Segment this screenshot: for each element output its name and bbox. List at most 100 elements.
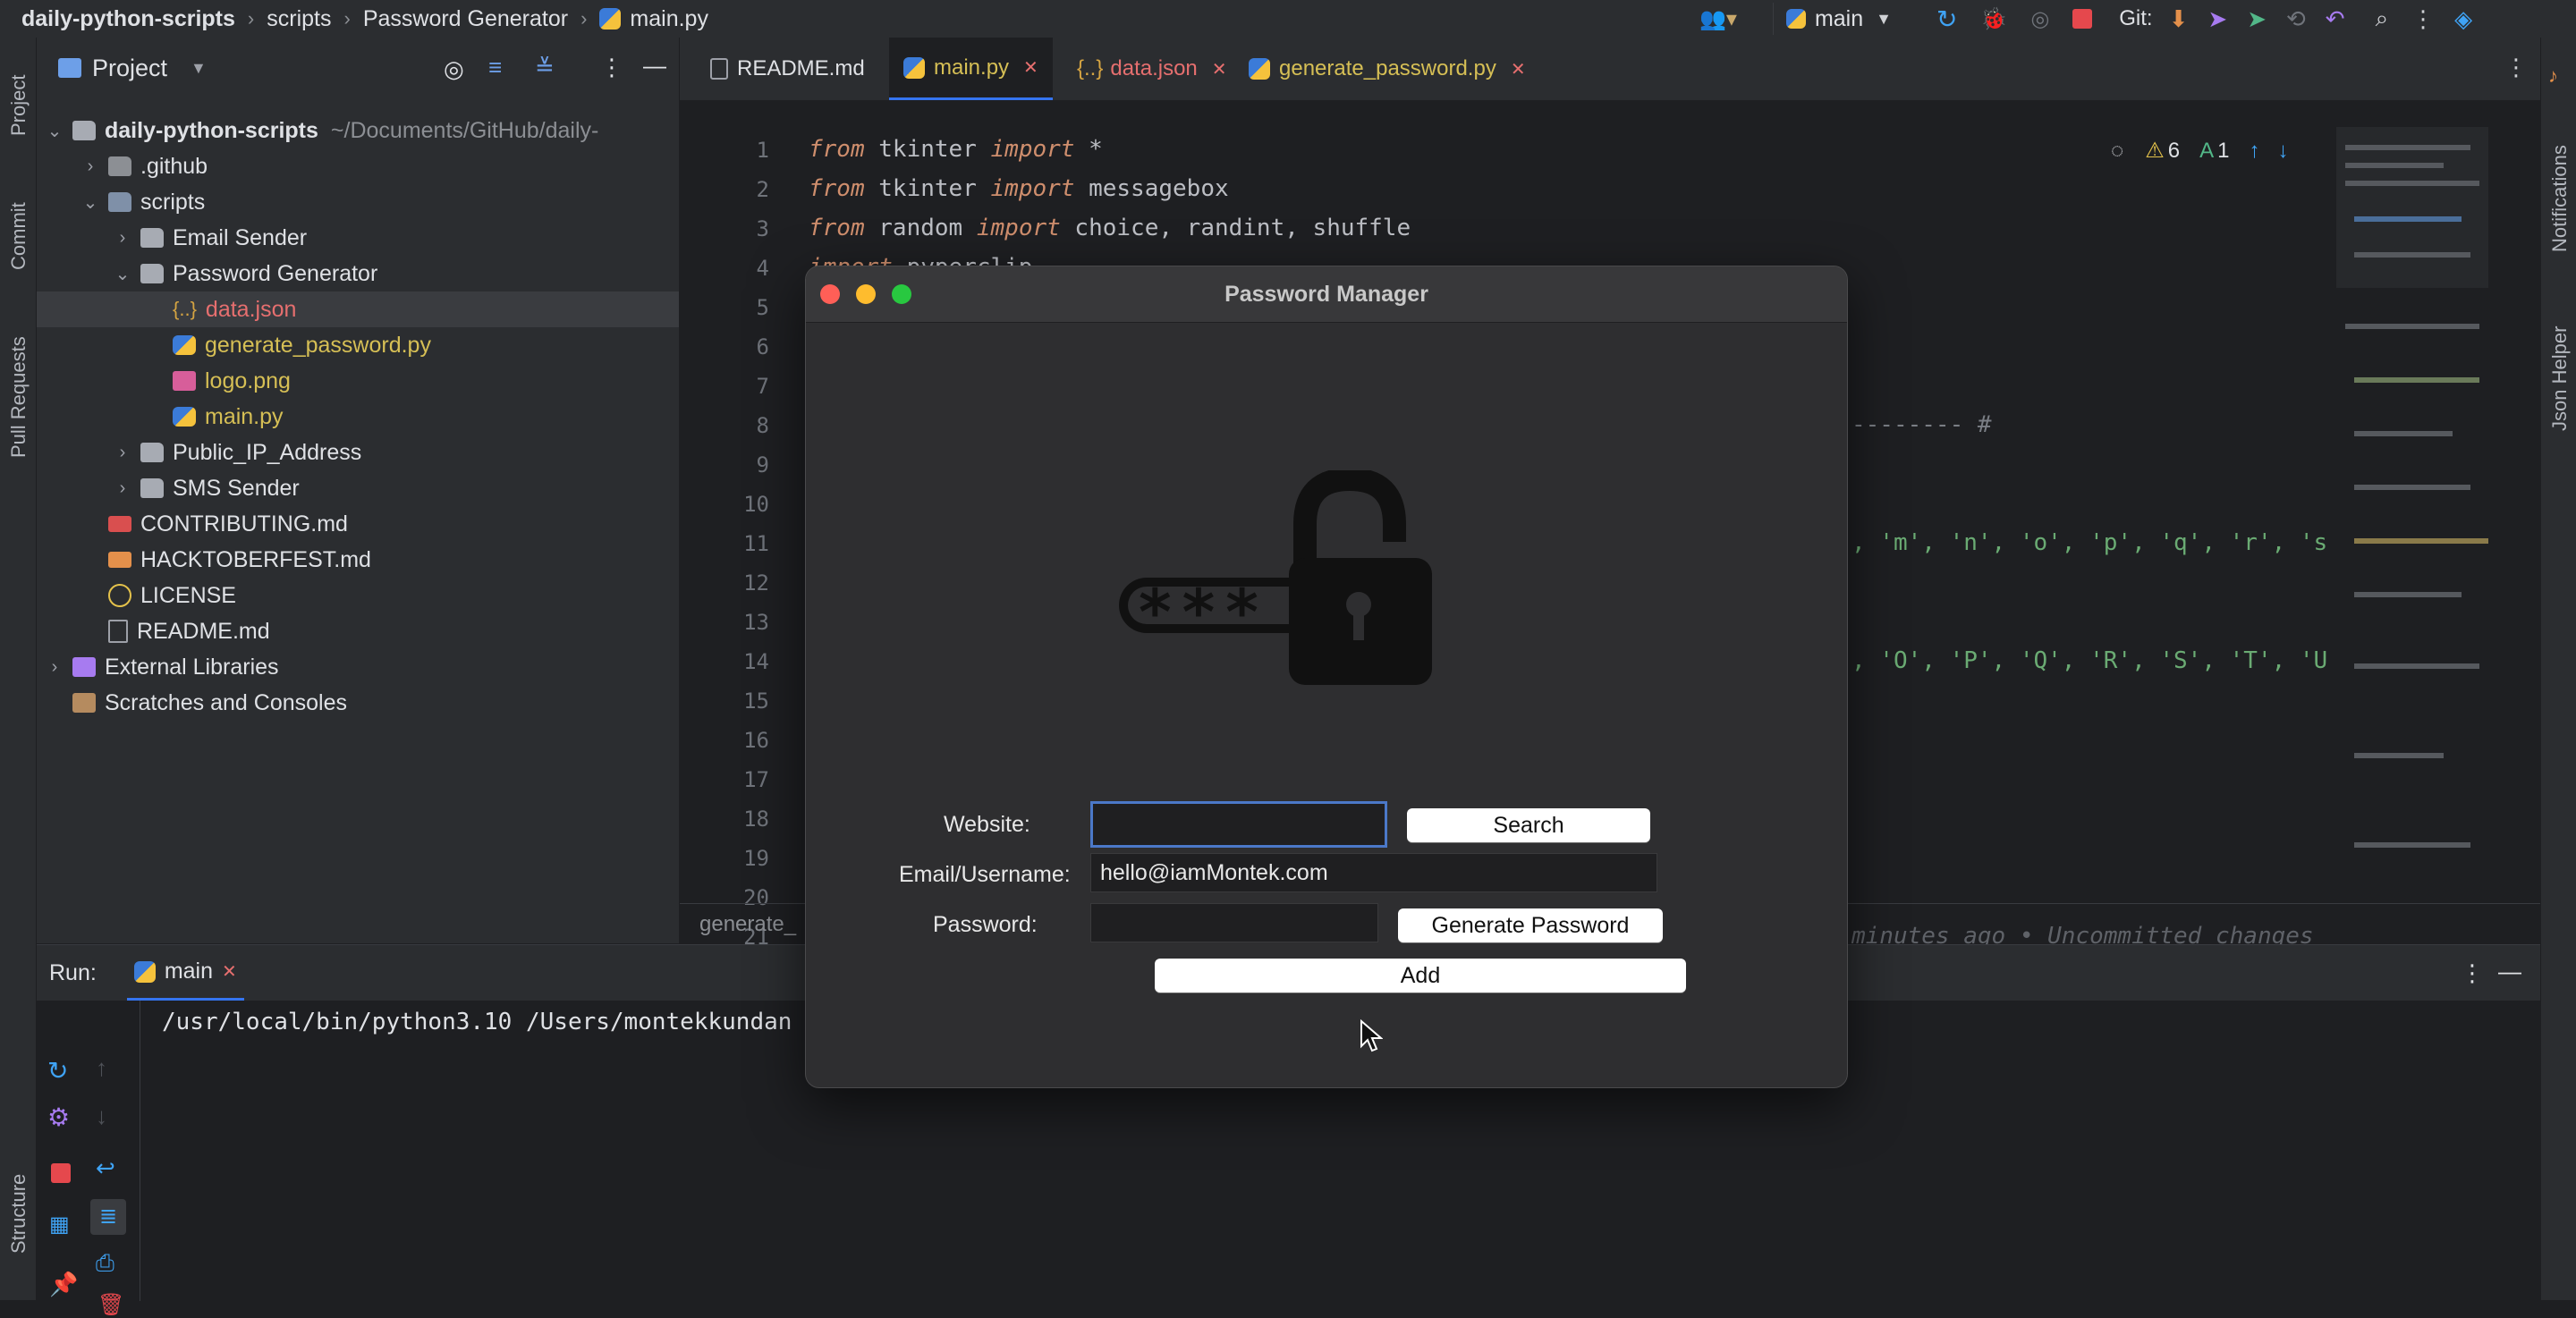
code-line-3[interactable]: from random import choice, randint, shuf… (809, 215, 1411, 241)
search-button[interactable]: Search (1407, 808, 1650, 842)
minimap-line (2354, 663, 2479, 669)
stop-icon[interactable] (51, 1163, 71, 1183)
minimap-viewport[interactable] (2336, 127, 2488, 288)
structure-tool-label[interactable]: Structure (7, 1174, 30, 1254)
breadcrumb-status-file[interactable]: generate_ (699, 912, 796, 937)
expand-all-icon[interactable]: ≡ (488, 54, 502, 81)
run-tab-main[interactable]: main ✕ (126, 945, 244, 1001)
debug-icon[interactable]: 🐞 (1980, 6, 2007, 32)
password-input[interactable] (1090, 903, 1378, 942)
pin-icon[interactable]: 📌 (49, 1271, 78, 1298)
tree-item-scratches[interactable]: Scratches and Consoles (72, 685, 347, 721)
options-icon[interactable]: ⋮ (600, 54, 623, 81)
tree-item-sms-sender[interactable]: › SMS Sender (114, 470, 300, 506)
breadcrumb-folder[interactable]: scripts (267, 6, 331, 32)
code-with-me-icon[interactable]: 👥▾ (1699, 6, 1737, 32)
code-line-1[interactable]: from tkinter import * (809, 136, 1103, 163)
chevron-down-icon[interactable]: ▼ (191, 59, 207, 78)
code-line-8-partial[interactable]: -------- # (1852, 411, 1992, 438)
window-title-bar[interactable]: Password Manager (806, 266, 1847, 323)
reader-mode-icon[interactable]: ◌ (2111, 139, 2123, 164)
generate-password-button[interactable]: Generate Password (1398, 908, 1663, 942)
code-line-11-partial[interactable]: , 'm', 'n', 'o', 'p', 'q', 'r', 's (1852, 529, 2327, 556)
minimize-window-button[interactable] (856, 284, 876, 304)
project-panel-title[interactable]: Project (92, 55, 167, 82)
close-tab-icon[interactable]: ✕ (1511, 58, 1526, 80)
close-window-button[interactable] (820, 284, 840, 304)
code-minimap[interactable] (2336, 127, 2497, 896)
tree-item-github[interactable]: › .github (81, 148, 208, 184)
tab-generate-password[interactable]: generate_password.py ✕ (1234, 38, 1540, 100)
next-highlight-icon[interactable]: ↓ (2278, 139, 2289, 164)
git-update-icon[interactable]: ⬇ (2169, 5, 2189, 33)
close-tab-icon[interactable]: ✕ (1212, 58, 1227, 80)
tab-options-icon[interactable]: ⋮ (2504, 54, 2528, 81)
close-tab-icon[interactable]: ✕ (222, 960, 237, 983)
git-commit-icon[interactable]: ➤ (2207, 5, 2227, 33)
tree-item-readme[interactable]: README.md (108, 613, 270, 649)
inspection-widget[interactable]: ◌ ⚠ 6 A 1 ↑ ↓ (2111, 138, 2289, 164)
up-arrow-icon[interactable]: ↑ (96, 1054, 107, 1082)
collapse-all-icon[interactable]: ≚ (535, 54, 555, 81)
code-line-2[interactable]: from tkinter import messagebox (809, 175, 1229, 202)
run-config-selector[interactable]: main ▼ (1772, 3, 1904, 35)
tree-item-hacktoberfest[interactable]: HACKTOBERFEST.md (108, 542, 371, 578)
json-helper-tool-label[interactable]: Json Helper (2548, 326, 2572, 431)
profile-icon[interactable]: ◎ (2030, 6, 2049, 32)
ide-logo-icon[interactable]: ◈ (2454, 5, 2472, 33)
zoom-window-button[interactable] (892, 284, 911, 304)
code-line-14-partial[interactable]: , 'O', 'P', 'Q', 'R', 'S', 'T', 'U (1852, 647, 2327, 674)
console-output[interactable]: /usr/local/bin/python3.10 /Users/montekk… (162, 1001, 792, 1043)
more-options-icon[interactable]: ⋮ (2411, 5, 2435, 33)
git-push-icon[interactable]: ➤ (2247, 5, 2267, 33)
more-options-icon[interactable]: ⋮ (2461, 959, 2484, 987)
git-rollback-icon[interactable]: ↶ (2326, 5, 2345, 33)
commit-tool-label[interactable]: Commit (7, 202, 30, 270)
print-icon[interactable]: ⎙ (96, 1249, 114, 1278)
add-button[interactable]: Add (1155, 959, 1686, 993)
tree-item-logo-png[interactable]: logo.png (173, 363, 291, 399)
layout-icon[interactable]: ▦ (49, 1212, 70, 1238)
locate-file-icon[interactable]: ◎ (444, 55, 464, 83)
git-history-icon[interactable]: ⟲ (2286, 5, 2306, 33)
down-arrow-icon[interactable]: ↓ (96, 1103, 107, 1130)
rerun-icon[interactable]: ↻ (1936, 4, 1957, 34)
breadcrumb-file[interactable]: main.py (630, 6, 708, 32)
soft-wrap-icon[interactable]: ↩ (96, 1154, 115, 1182)
tree-item-data-json[interactable]: {..} data.json (37, 291, 679, 327)
project-tool-label[interactable]: Project (7, 75, 30, 136)
stop-icon[interactable] (2072, 9, 2093, 29)
tab-readme[interactable]: README.md (696, 38, 879, 100)
tree-root[interactable]: ⌄ daily-python-scripts ~/Documents/GitHu… (46, 113, 599, 148)
rerun-icon[interactable]: ↻ (47, 1056, 68, 1086)
trash-icon[interactable]: 🗑 (97, 1292, 124, 1318)
minimap-line (2354, 431, 2453, 436)
hide-panel-icon[interactable]: — (643, 52, 666, 80)
breadcrumb-project[interactable]: daily-python-scripts (21, 6, 235, 32)
pull-requests-tool-label[interactable]: Pull Requests (7, 336, 30, 458)
close-tab-icon[interactable]: ✕ (1023, 56, 1038, 79)
previous-highlight-icon[interactable]: ↑ (2250, 139, 2260, 164)
hide-panel-icon[interactable]: — (2498, 958, 2521, 985)
tree-item-public-ip[interactable]: › Public_IP_Address (114, 435, 362, 470)
scroll-to-end-icon[interactable]: ≣ (90, 1199, 126, 1235)
run-tab-label: main (164, 959, 213, 984)
image-file-icon (173, 371, 196, 391)
notifications-tool-label[interactable]: Notifications (2548, 145, 2572, 252)
settings-gear-icon[interactable]: ⚙ (47, 1103, 70, 1132)
tab-data-json[interactable]: {..} data.json ✕ (1063, 38, 1241, 100)
tree-item-license[interactable]: LICENSE (108, 578, 236, 613)
tree-item-scripts[interactable]: ⌄ scripts (81, 184, 206, 220)
email-input[interactable]: hello@iamMontek.com (1090, 853, 1657, 892)
tree-item-password-generator[interactable]: ⌄ Password Generator (114, 256, 378, 291)
tab-main-py[interactable]: main.py ✕ (889, 38, 1053, 100)
tree-item-external-libraries[interactable]: › External Libraries (46, 649, 279, 685)
breadcrumb-subfolder[interactable]: Password Generator (363, 6, 568, 32)
tree-item-email-sender[interactable]: › Email Sender (114, 220, 307, 256)
tree-item-contributing[interactable]: CONTRIBUTING.md (108, 506, 348, 542)
search-icon[interactable]: ⌕ (2376, 4, 2389, 33)
bell-icon[interactable]: ♪ (2548, 64, 2558, 88)
tree-item-generate-password[interactable]: generate_password.py (173, 327, 431, 363)
tree-item-main-py[interactable]: main.py (173, 399, 284, 435)
website-input[interactable] (1090, 801, 1387, 848)
